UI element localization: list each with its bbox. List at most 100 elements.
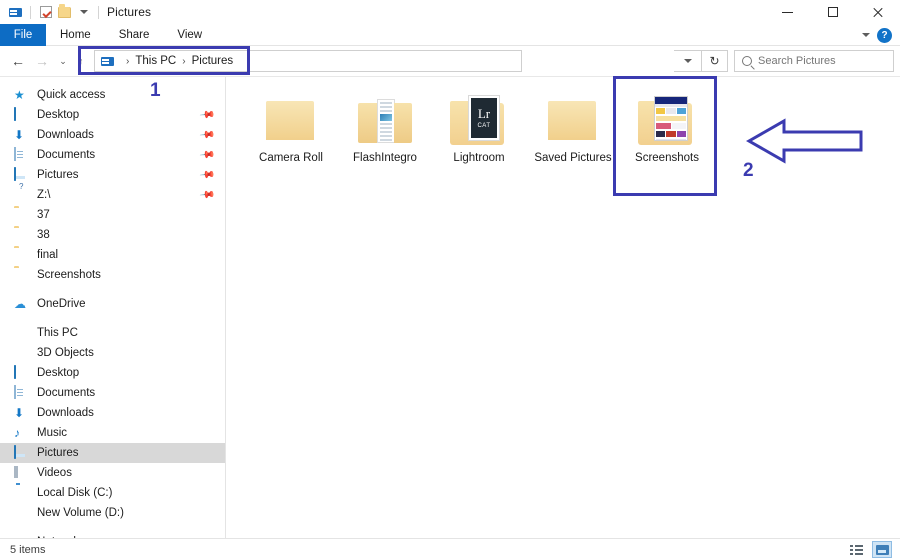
minimize-button[interactable]: [765, 0, 810, 24]
tab-home[interactable]: Home: [46, 24, 105, 46]
sidebar-item-37[interactable]: 37: [0, 205, 225, 225]
sidebar-item-label: Documents: [37, 387, 95, 399]
tab-file[interactable]: File: [0, 24, 46, 46]
sidebar-item-label: 38: [37, 229, 50, 241]
sidebar-item-3d-objects[interactable]: 3D Objects: [0, 343, 225, 363]
pictures-icon: [14, 168, 30, 182]
search-icon: [742, 56, 752, 66]
large-icons-view-button[interactable]: [872, 541, 892, 558]
sidebar-item-pc-desktop[interactable]: Desktop: [0, 363, 225, 383]
folder-thumbnail-icon: [638, 97, 696, 145]
sidebar-item-videos[interactable]: Videos: [0, 463, 225, 483]
pc-icon: [14, 326, 30, 340]
folder-lightroom-catalog-icon: Lr CAT: [450, 97, 508, 145]
sidebar-item-label: Music: [37, 427, 67, 439]
local-disk-icon: [14, 486, 30, 500]
pictures-icon: [14, 446, 30, 460]
recent-locations-icon[interactable]: ⌄: [54, 48, 72, 74]
help-icon[interactable]: ?: [877, 28, 892, 43]
sidebar-item-label: Local Disk (C:): [37, 487, 112, 499]
sidebar-item-label: Documents: [37, 149, 95, 161]
folder-item-screenshots[interactable]: Screenshots: [620, 91, 714, 195]
back-button[interactable]: ←: [6, 48, 30, 74]
sidebar-item-label: Pictures: [37, 447, 79, 459]
download-icon: ⬇: [14, 406, 30, 420]
desktop-icon: [14, 108, 30, 122]
customize-caret-icon[interactable]: [74, 3, 93, 22]
sidebar-item-screenshots[interactable]: Screenshots: [0, 265, 225, 285]
pin-icon[interactable]: 📌: [198, 127, 215, 143]
sidebar-item-label: This PC: [37, 327, 78, 339]
desktop-icon: [14, 366, 30, 380]
sidebar-item-local-disk-c[interactable]: Local Disk (C:): [0, 483, 225, 503]
divider: [98, 6, 99, 19]
spacer: [0, 523, 225, 532]
search-input[interactable]: Search Pictures: [734, 50, 894, 72]
folder-item-lightroom[interactable]: Lr CAT Lightroom: [432, 91, 526, 195]
sidebar-group-this-pc[interactable]: This PC: [0, 323, 225, 343]
breadcrumb-root-icon[interactable]: [101, 56, 115, 67]
music-icon: ♪: [14, 426, 30, 440]
sidebar-item-label: OneDrive: [37, 298, 86, 310]
folder-icon: [14, 228, 30, 242]
folder-item-flashintegro[interactable]: FlashIntegro: [338, 91, 432, 195]
breadcrumb[interactable]: › This PC › Pictures: [94, 50, 522, 72]
chevron-down-icon[interactable]: [862, 33, 870, 37]
breadcrumb-this-pc[interactable]: This PC: [135, 55, 176, 67]
breadcrumb-separator: ›: [126, 56, 129, 67]
item-count-label: 5 items: [10, 544, 45, 556]
divider: [30, 6, 31, 19]
up-button[interactable]: ↑: [72, 48, 90, 74]
sidebar-group-onedrive[interactable]: ☁ OneDrive: [0, 294, 225, 314]
sidebar-item-desktop[interactable]: Desktop 📌: [0, 105, 225, 125]
explorer-icon[interactable]: [6, 3, 25, 22]
sidebar-item-pc-documents[interactable]: Documents: [0, 383, 225, 403]
tab-share[interactable]: Share: [105, 24, 164, 46]
status-bar: 5 items: [0, 538, 900, 560]
properties-checkbox-icon[interactable]: [36, 3, 55, 22]
drive-icon: [14, 188, 30, 202]
search-placeholder: Search Pictures: [758, 55, 836, 67]
details-view-button[interactable]: [846, 541, 866, 558]
sidebar-item-downloads[interactable]: ⬇ Downloads 📌: [0, 125, 225, 145]
sidebar-item-new-volume-d[interactable]: New Volume (D:): [0, 503, 225, 523]
pin-icon[interactable]: 📌: [198, 167, 215, 183]
maximize-button[interactable]: [810, 0, 855, 24]
window-title: Pictures: [107, 5, 151, 19]
refresh-button[interactable]: ↻: [702, 50, 728, 72]
title-bar: Pictures: [0, 0, 900, 24]
sidebar-item-z-drive[interactable]: Z:\ 📌: [0, 185, 225, 205]
folder-icon: [14, 208, 30, 222]
sidebar-item-final[interactable]: final: [0, 245, 225, 265]
sidebar-item-pictures[interactable]: Pictures 📌: [0, 165, 225, 185]
sidebar-group-quick-access[interactable]: ★ Quick access: [0, 85, 225, 105]
breadcrumb-separator: ›: [182, 56, 185, 67]
folder-item-camera-roll[interactable]: Camera Roll: [244, 91, 338, 195]
sidebar-item-label: Downloads: [37, 129, 94, 141]
address-bar: ← → ⌄ ↑ › This PC › Pictures ↻ Search Pi…: [0, 46, 900, 76]
sidebar-item-documents[interactable]: Documents 📌: [0, 145, 225, 165]
folder-item-saved-pictures[interactable]: Saved Pictures: [526, 91, 620, 195]
address-dropdown-icon[interactable]: [674, 50, 702, 72]
sidebar-item-pc-pictures[interactable]: Pictures: [0, 443, 225, 463]
forward-button[interactable]: →: [30, 48, 54, 74]
folder-item-label: FlashIntegro: [353, 152, 417, 164]
tab-view[interactable]: View: [163, 24, 216, 46]
folder-with-documents-icon: [356, 97, 414, 145]
pin-icon[interactable]: 📌: [198, 187, 215, 203]
sidebar-item-pc-downloads[interactable]: ⬇ Downloads: [0, 403, 225, 423]
breadcrumb-pictures[interactable]: Pictures: [192, 55, 234, 67]
file-list-pane[interactable]: Camera Roll FlashIntegro: [226, 77, 900, 538]
folder-icon: [544, 97, 602, 145]
new-folder-icon[interactable]: [55, 3, 74, 22]
navigation-pane[interactable]: ★ Quick access Desktop 📌 ⬇ Downloads 📌 D…: [0, 77, 226, 538]
close-button[interactable]: [855, 0, 900, 24]
sidebar-item-music[interactable]: ♪ Music: [0, 423, 225, 443]
folder-item-label: Camera Roll: [259, 152, 323, 164]
drive-icon: [14, 506, 30, 520]
sidebar-item-38[interactable]: 38: [0, 225, 225, 245]
ribbon-tabs: File Home Share View ?: [0, 24, 900, 46]
pin-icon[interactable]: 📌: [198, 147, 215, 163]
pin-icon[interactable]: 📌: [198, 107, 215, 123]
file-explorer-window: Pictures File Home Share View ? ← → ⌄ ↑ …: [0, 0, 900, 560]
